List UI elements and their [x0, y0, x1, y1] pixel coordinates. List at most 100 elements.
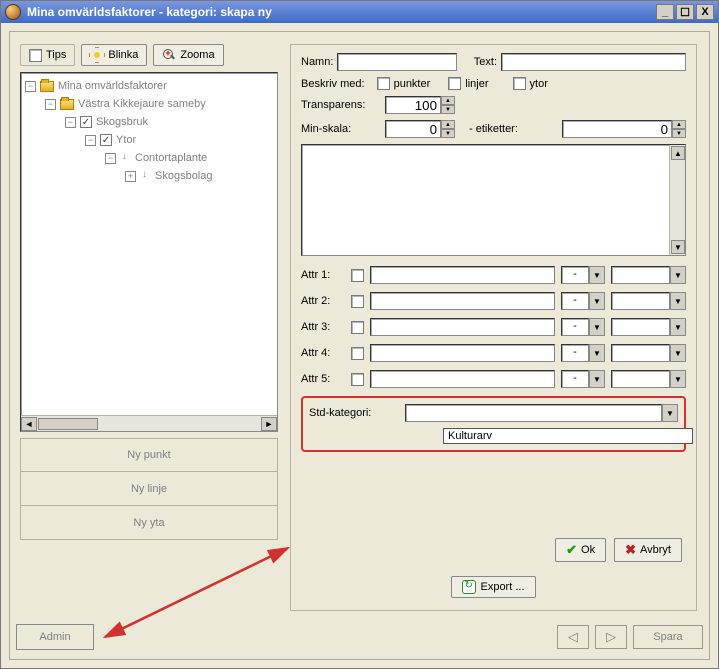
tree-toggle[interactable]: −	[25, 81, 36, 92]
attr2-combo-button[interactable]: ▼	[670, 292, 686, 310]
attr5-op-value: -	[561, 370, 589, 388]
tree-toggle[interactable]: −	[85, 135, 96, 146]
app-icon	[5, 4, 21, 20]
export-label: Export ...	[480, 581, 524, 593]
std-kategori-dropdown[interactable]: Kulturarv	[443, 428, 693, 444]
text-input[interactable]	[501, 53, 686, 71]
tips-checkbox[interactable]: Tips	[20, 44, 75, 66]
scroll-thumb[interactable]	[38, 418, 98, 430]
tree-toggle[interactable]: −	[45, 99, 56, 110]
linjer-checkbox[interactable]	[448, 77, 461, 90]
attr1-label: Attr 1:	[301, 269, 345, 281]
blinka-button[interactable]: Blinka	[81, 44, 147, 66]
tree-toggle[interactable]: −	[65, 117, 76, 128]
beskriv-label: Beskriv med:	[301, 78, 365, 90]
attr4-op-button[interactable]: ▼	[589, 344, 605, 362]
prev-button[interactable]: ◁	[557, 625, 589, 649]
minimize-button[interactable]: _	[656, 4, 674, 20]
punkter-label: punkter	[394, 78, 431, 90]
attr3-checkbox[interactable]	[351, 321, 364, 334]
tree-node-root[interactable]: Mina omvärldsfaktorer	[58, 80, 167, 92]
attr5-op-button[interactable]: ▼	[589, 370, 605, 388]
attr2-input[interactable]	[370, 292, 555, 310]
tree-checkbox[interactable]: ✓	[80, 116, 92, 128]
attr3-combo-button[interactable]: ▼	[670, 318, 686, 336]
checkbox-icon	[29, 49, 42, 62]
attr2-op-button[interactable]: ▼	[589, 292, 605, 310]
attr3-input[interactable]	[370, 318, 555, 336]
maximize-button[interactable]: ☐	[676, 4, 694, 20]
admin-button[interactable]: Admin	[16, 624, 94, 650]
ok-button[interactable]: ✔ Ok	[555, 538, 606, 562]
avbryt-button[interactable]: ✖ Avbryt	[614, 538, 682, 562]
tree-toggle[interactable]: −	[105, 153, 116, 164]
attr3-op-value: -	[561, 318, 589, 336]
transparens-up-button[interactable]: ▲	[441, 96, 455, 105]
ny-linje-button[interactable]: Ny linje	[20, 472, 278, 506]
zooma-label: Zooma	[180, 49, 214, 61]
ny-punkt-button[interactable]: Ny punkt	[20, 438, 278, 472]
tree-panel: − Mina omvärldsfaktorer − Västra Kikkeja…	[20, 72, 278, 432]
close-button[interactable]: X	[696, 4, 714, 20]
attr4-op-value: -	[561, 344, 589, 362]
attr4-combo-button[interactable]: ▼	[670, 344, 686, 362]
attr5-label: Attr 5:	[301, 373, 345, 385]
spara-button[interactable]: Spara	[633, 625, 703, 649]
sublayer-icon	[120, 152, 132, 164]
blinka-label: Blinka	[108, 49, 138, 61]
namn-input[interactable]	[337, 53, 457, 71]
scroll-left-button[interactable]: ◄	[21, 417, 37, 431]
next-button[interactable]: ▷	[595, 625, 627, 649]
bottom-bar: Admin ◁ ▷ Spara	[16, 621, 703, 653]
attr4-checkbox[interactable]	[351, 347, 364, 360]
export-button[interactable]: Export ...	[451, 576, 535, 598]
transparens-input[interactable]	[385, 96, 441, 114]
attr1-combo-button[interactable]: ▼	[670, 266, 686, 284]
attr3-op-button[interactable]: ▼	[589, 318, 605, 336]
attr1-op-button[interactable]: ▼	[589, 266, 605, 284]
scroll-right-button[interactable]: ►	[261, 417, 277, 431]
tree-toggle[interactable]: +	[125, 171, 136, 182]
tree-node-skogsbruk[interactable]: Skogsbruk	[96, 116, 148, 128]
description-vscrollbar[interactable]: ▲ ▼	[669, 145, 685, 255]
std-kategori-option[interactable]: Kulturarv	[448, 430, 688, 442]
ytor-checkbox[interactable]	[513, 77, 526, 90]
punkter-checkbox[interactable]	[377, 77, 390, 90]
etiketter-input[interactable]	[562, 120, 672, 138]
attr4-input[interactable]	[370, 344, 555, 362]
attr2-op-value: -	[561, 292, 589, 310]
refresh-icon	[462, 580, 476, 594]
check-icon: ✔	[566, 542, 577, 558]
tree-node-contorta[interactable]: Contortaplante	[135, 152, 207, 164]
etiketter-up-button[interactable]: ▲	[672, 120, 686, 129]
tree-hscrollbar[interactable]: ◄ ►	[21, 415, 277, 431]
scroll-up-button[interactable]: ▲	[671, 146, 685, 160]
main-panel: Tips Blinka + Zooma −	[9, 31, 710, 660]
attr2-checkbox[interactable]	[351, 295, 364, 308]
tree-node-skogsbolag[interactable]: Skogsbolag	[155, 170, 213, 182]
minskala-up-button[interactable]: ▲	[441, 120, 455, 129]
attr1-input[interactable]	[370, 266, 555, 284]
description-textarea[interactable]: ▲ ▼	[301, 144, 686, 256]
attr5-checkbox[interactable]	[351, 373, 364, 386]
transparens-down-button[interactable]: ▼	[441, 105, 455, 114]
attr1-checkbox[interactable]	[351, 269, 364, 282]
std-kategori-value	[405, 404, 662, 422]
attr5-input[interactable]	[370, 370, 555, 388]
minskala-input[interactable]	[385, 120, 441, 138]
tree-node-ytor[interactable]: Ytor	[116, 134, 136, 146]
attr5-combo-button[interactable]: ▼	[670, 370, 686, 388]
tree-checkbox[interactable]: ✓	[100, 134, 112, 146]
minskala-down-button[interactable]: ▼	[441, 129, 455, 138]
tree-node-sameby[interactable]: Västra Kikkejaure sameby	[78, 98, 206, 110]
etiketter-down-button[interactable]: ▼	[672, 129, 686, 138]
attr4-label: Attr 4:	[301, 347, 345, 359]
window-title: Mina omvärldsfaktorer - kategori: skapa …	[27, 5, 656, 19]
std-kategori-button[interactable]: ▼	[662, 404, 678, 422]
transparens-label: Transparens:	[301, 99, 381, 111]
zooma-button[interactable]: + Zooma	[153, 44, 223, 66]
ny-yta-button[interactable]: Ny yta	[20, 506, 278, 540]
tips-label: Tips	[46, 49, 66, 61]
left-column: Tips Blinka + Zooma −	[20, 44, 278, 599]
scroll-down-button[interactable]: ▼	[671, 240, 685, 254]
